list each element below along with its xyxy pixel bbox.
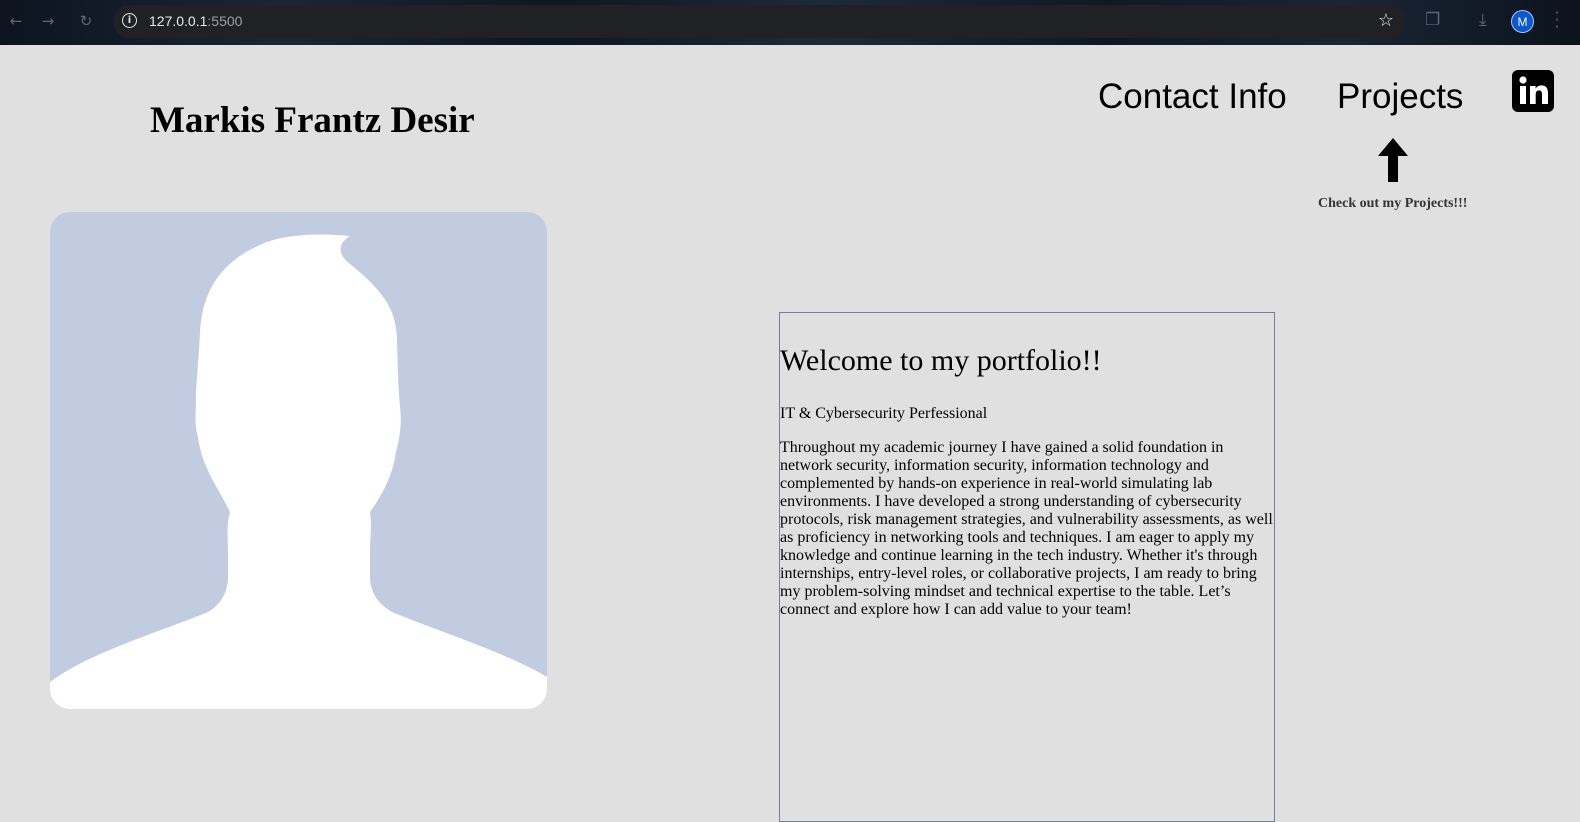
- projects-hint: Check out my Projects!!!: [1318, 196, 1468, 211]
- profile-photo: [50, 212, 547, 709]
- browser-toolbar: ← → ↻ i 127.0.0.1:5500 ☆ ❐ ⤓ M · · ·: [0, 0, 1580, 45]
- welcome-heading: Welcome to my portfolio!!: [780, 344, 1102, 377]
- url-text[interactable]: 127.0.0.1:5500: [149, 13, 242, 29]
- avatar-silhouette-icon: [50, 234, 547, 709]
- menu-icon[interactable]: · · ·: [1553, 6, 1561, 35]
- arrow-up-icon: [1378, 138, 1408, 182]
- about-section: Welcome to my portfolio!! IT & Cybersecu…: [779, 312, 1275, 822]
- download-icon[interactable]: ⤓: [1479, 10, 1487, 30]
- url-host: 127.0.0.1: [149, 13, 208, 29]
- nav-projects[interactable]: Projects: [1337, 77, 1463, 117]
- profile-avatar[interactable]: M: [1511, 10, 1534, 33]
- star-icon[interactable]: ☆: [1378, 10, 1394, 31]
- info-icon[interactable]: i: [122, 13, 137, 28]
- forward-icon[interactable]: →: [37, 10, 59, 32]
- linkedin-icon[interactable]: [1512, 70, 1554, 112]
- url-port: :5500: [207, 13, 243, 29]
- reload-icon[interactable]: ↻: [75, 10, 97, 32]
- job-title: IT & Cybersecurity Perfessional: [780, 405, 988, 422]
- site-name: Markis Frantz Desir: [150, 100, 475, 141]
- nav-contact-info[interactable]: Contact Info: [1098, 77, 1287, 117]
- back-icon[interactable]: ←: [5, 10, 27, 32]
- address-bar[interactable]: i 127.0.0.1:5500 ☆: [113, 5, 1407, 38]
- extensions-icon[interactable]: ❐: [1425, 10, 1440, 30]
- about-paragraph: Throughout my academic journey I have ga…: [780, 439, 1273, 618]
